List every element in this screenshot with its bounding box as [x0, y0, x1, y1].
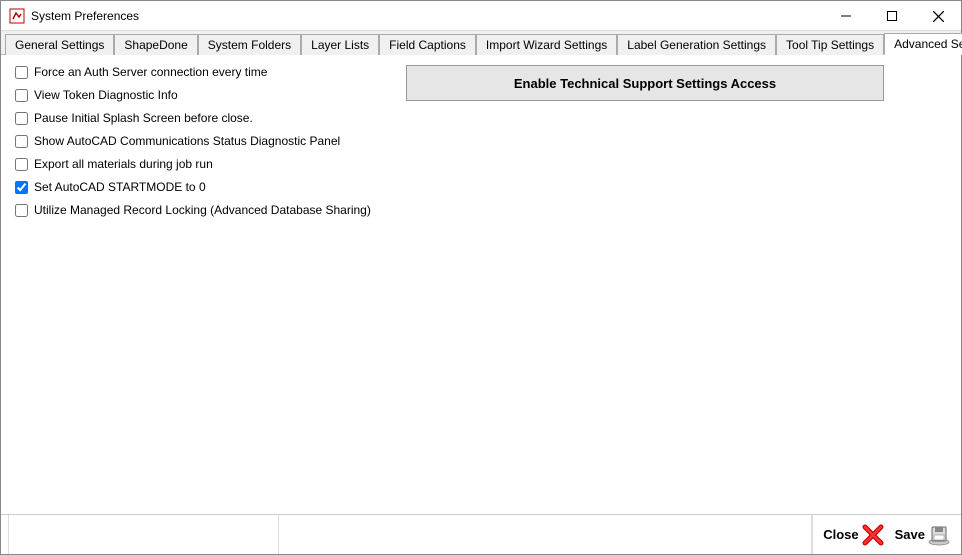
tab-tool-tip-settings[interactable]: Tool Tip Settings: [776, 34, 884, 55]
close-icon: [861, 523, 885, 547]
check-autocad-comm[interactable]: Show AutoCAD Communications Status Diagn…: [15, 134, 385, 148]
checkbox-pause-splash[interactable]: [15, 112, 28, 125]
maximize-button[interactable]: [869, 1, 915, 31]
close-label: Close: [823, 527, 858, 542]
save-button[interactable]: Save: [891, 521, 955, 549]
enable-tech-support-button[interactable]: Enable Technical Support Settings Access: [406, 65, 884, 101]
check-label: Show AutoCAD Communications Status Diagn…: [34, 134, 340, 148]
tab-advanced-settings[interactable]: Advanced Settings: [884, 33, 962, 55]
status-bar: [1, 515, 813, 554]
check-label: Set AutoCAD STARTMODE to 0: [34, 180, 206, 194]
app-icon: [9, 8, 25, 24]
titlebar: System Preferences: [1, 1, 961, 31]
check-label: Export all materials during job run: [34, 157, 213, 171]
tab-label-generation-settings[interactable]: Label Generation Settings: [617, 34, 776, 55]
status-cell: [9, 515, 279, 554]
window-title: System Preferences: [31, 9, 823, 23]
check-managed-lock[interactable]: Utilize Managed Record Locking (Advanced…: [15, 203, 385, 217]
window-controls: [823, 1, 961, 30]
save-label: Save: [895, 527, 925, 542]
check-startmode[interactable]: Set AutoCAD STARTMODE to 0: [15, 180, 385, 194]
checkbox-export-materials[interactable]: [15, 158, 28, 171]
check-export-materials[interactable]: Export all materials during job run: [15, 157, 385, 171]
minimize-button[interactable]: [823, 1, 869, 31]
checkbox-autocad-comm[interactable]: [15, 135, 28, 148]
checkbox-startmode[interactable]: [15, 181, 28, 194]
checkbox-managed-lock[interactable]: [15, 204, 28, 217]
status-cell: [279, 515, 812, 554]
status-cell: [1, 515, 9, 554]
tab-general-settings[interactable]: General Settings: [5, 34, 114, 55]
check-view-token[interactable]: View Token Diagnostic Info: [15, 88, 385, 102]
tab-import-wizard-settings[interactable]: Import Wizard Settings: [476, 34, 617, 55]
tab-content: Force an Auth Server connection every ti…: [1, 55, 961, 514]
tab-field-captions[interactable]: Field Captions: [379, 34, 476, 55]
checkbox-force-auth[interactable]: [15, 66, 28, 79]
checkbox-view-token[interactable]: [15, 89, 28, 102]
check-force-auth[interactable]: Force an Auth Server connection every ti…: [15, 65, 385, 79]
close-button[interactable]: Close: [819, 521, 888, 549]
check-label: Utilize Managed Record Locking (Advanced…: [34, 203, 371, 217]
footer: Close Save: [1, 514, 961, 554]
tabstrip: General Settings ShapeDone System Folder…: [1, 31, 961, 55]
tab-shapedone[interactable]: ShapeDone: [114, 34, 197, 55]
tab-layer-lists[interactable]: Layer Lists: [301, 34, 379, 55]
window-close-button[interactable]: [915, 1, 961, 31]
enable-tech-support-label: Enable Technical Support Settings Access: [514, 76, 776, 91]
check-label: View Token Diagnostic Info: [34, 88, 178, 102]
check-label: Pause Initial Splash Screen before close…: [34, 111, 253, 125]
check-label: Force an Auth Server connection every ti…: [34, 65, 267, 79]
tab-system-folders[interactable]: System Folders: [198, 34, 301, 55]
advanced-settings-checklist: Force an Auth Server connection every ti…: [15, 65, 385, 217]
footer-actions: Close Save: [813, 521, 961, 549]
save-disk-icon: [927, 523, 951, 547]
check-pause-splash[interactable]: Pause Initial Splash Screen before close…: [15, 111, 385, 125]
